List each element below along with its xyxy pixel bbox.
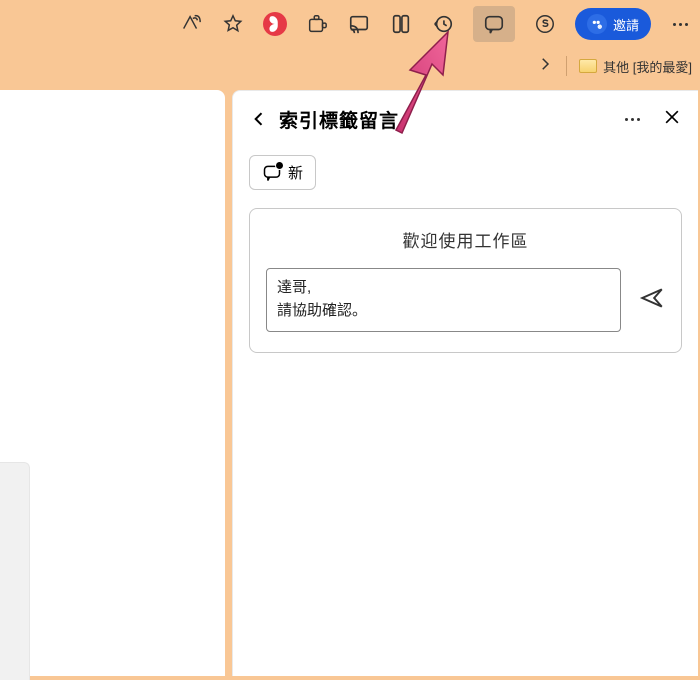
favorite-star-icon[interactable] bbox=[221, 12, 245, 36]
browser-menu-icon[interactable] bbox=[669, 23, 692, 26]
content-area: 索引標籤留言 bbox=[0, 86, 700, 676]
history-icon[interactable] bbox=[431, 12, 455, 36]
collections-icon[interactable] bbox=[389, 12, 413, 36]
invite-icon bbox=[587, 14, 607, 34]
savefrom-extension-icon[interactable] bbox=[263, 12, 287, 36]
comment-input[interactable] bbox=[266, 268, 621, 332]
cast-icon[interactable] bbox=[347, 12, 371, 36]
comment-bubble-icon bbox=[262, 163, 282, 183]
left-page-strip bbox=[0, 90, 225, 676]
new-comment-button[interactable]: 新 bbox=[249, 155, 316, 190]
read-aloud-icon[interactable] bbox=[179, 12, 203, 36]
compose-card: 歡迎使用工作區 bbox=[249, 208, 682, 353]
bookmark-folder-other[interactable]: 其他 [我的最愛] bbox=[579, 57, 692, 76]
ghost-panel bbox=[0, 462, 30, 680]
extensions-icon[interactable] bbox=[305, 12, 329, 36]
comments-panel: 索引標籤留言 bbox=[232, 90, 698, 676]
browser-toolbar: 邀請 bbox=[0, 0, 700, 48]
invite-label: 邀請 bbox=[613, 15, 639, 34]
panel-header: 索引標籤留言 bbox=[233, 91, 698, 147]
compose-title: 歡迎使用工作區 bbox=[266, 227, 665, 252]
back-button[interactable] bbox=[249, 109, 269, 129]
panel-actions bbox=[625, 107, 682, 132]
compose-row bbox=[266, 268, 665, 332]
bookmark-bar: 其他 [我的最愛] bbox=[0, 48, 700, 84]
bookmark-overflow-icon[interactable] bbox=[536, 55, 554, 78]
bookmark-folder-label: 其他 [我的最愛] bbox=[603, 57, 692, 76]
panel-body: 新 歡迎使用工作區 bbox=[233, 147, 698, 361]
skype-icon[interactable] bbox=[533, 12, 557, 36]
folder-icon bbox=[579, 59, 597, 73]
send-button[interactable] bbox=[639, 285, 665, 316]
panel-title: 索引標籤留言 bbox=[279, 106, 615, 133]
close-button[interactable] bbox=[662, 107, 682, 132]
panel-more-icon[interactable] bbox=[625, 118, 640, 121]
new-button-label: 新 bbox=[288, 162, 303, 183]
divider bbox=[566, 56, 567, 76]
invite-button[interactable]: 邀請 bbox=[575, 8, 651, 40]
tab-comments-icon[interactable] bbox=[473, 6, 515, 42]
